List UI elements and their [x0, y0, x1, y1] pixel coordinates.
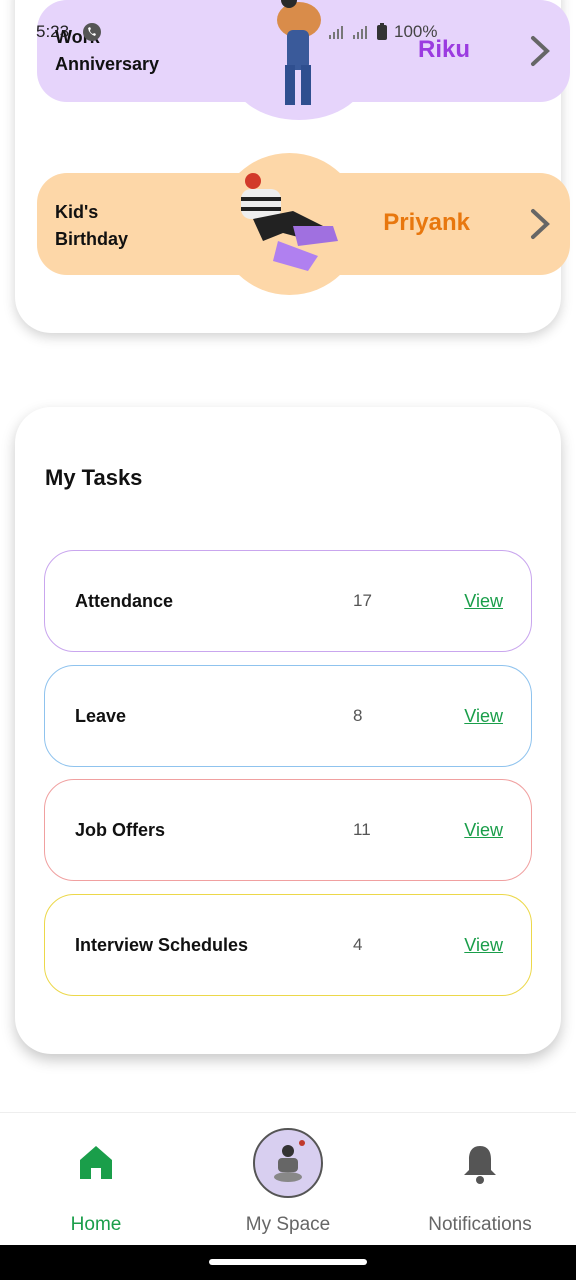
task-count: 11 — [353, 820, 371, 839]
task-row-job-offers[interactable]: Job Offers 11 View — [44, 779, 532, 881]
event-person-name: Priyank — [383, 209, 470, 236]
nav-home-label: Home — [70, 1214, 122, 1235]
whatsapp-icon — [83, 23, 101, 41]
battery-icon — [377, 23, 387, 40]
nav-home[interactable]: Home — [0, 1113, 192, 1246]
event-label: Kid's Birthday — [55, 202, 129, 249]
home-gesture-pill[interactable] — [209, 1259, 367, 1265]
view-link[interactable]: View — [464, 935, 503, 956]
kids-birthday-row[interactable]: Kid's Birthday Priyank — [37, 153, 570, 295]
task-count: 17 — [353, 591, 372, 610]
task-name: Attendance — [75, 591, 174, 611]
anniversary-figure-illustration — [277, 0, 321, 105]
view-link[interactable]: View — [464, 591, 503, 612]
signal-icon — [329, 26, 343, 39]
task-count: 8 — [353, 706, 363, 725]
task-count: 4 — [353, 935, 363, 954]
bell-icon — [464, 1146, 496, 1184]
signal-icon-2 — [353, 26, 367, 39]
battery-level: 100% — [394, 22, 438, 41]
task-name: Leave — [75, 706, 127, 726]
chevron-right-icon — [531, 36, 550, 66]
nav-notifications-label: Notifications — [428, 1214, 532, 1235]
home-icon — [80, 1146, 112, 1179]
task-name: Interview Schedules — [75, 935, 249, 955]
status-time: 5:23 — [36, 22, 70, 41]
view-link[interactable]: View — [464, 820, 503, 841]
task-row-attendance[interactable]: Attendance 17 View — [44, 550, 532, 652]
nav-my-space-label: My Space — [245, 1214, 331, 1235]
nav-notifications[interactable]: Notifications — [384, 1113, 576, 1246]
view-link[interactable]: View — [464, 706, 503, 727]
task-row-leave[interactable]: Leave 8 View — [44, 665, 532, 767]
bottom-navigation: Home My Space Notifications — [0, 1112, 576, 1245]
event-label: Work Anniversary — [55, 27, 160, 74]
my-tasks-card: My Tasks Attendance 17 View Leave 8 View… — [15, 407, 561, 1054]
nav-my-space[interactable]: My Space — [192, 1113, 384, 1246]
chevron-right-icon — [531, 209, 550, 239]
events-card: Work Anniversary Riku Kid's Birthday Pri… — [15, 0, 570, 333]
avatar-icon — [253, 1128, 323, 1198]
tasks-title: My Tasks — [45, 465, 143, 490]
birthday-figure-illustration — [241, 173, 338, 271]
task-name: Job Offers — [75, 820, 166, 840]
task-row-interview-schedules[interactable]: Interview Schedules 4 View — [44, 894, 532, 996]
work-anniversary-row[interactable]: Work Anniversary Riku — [37, 0, 570, 120]
status-indicators: 100% — [328, 22, 437, 42]
